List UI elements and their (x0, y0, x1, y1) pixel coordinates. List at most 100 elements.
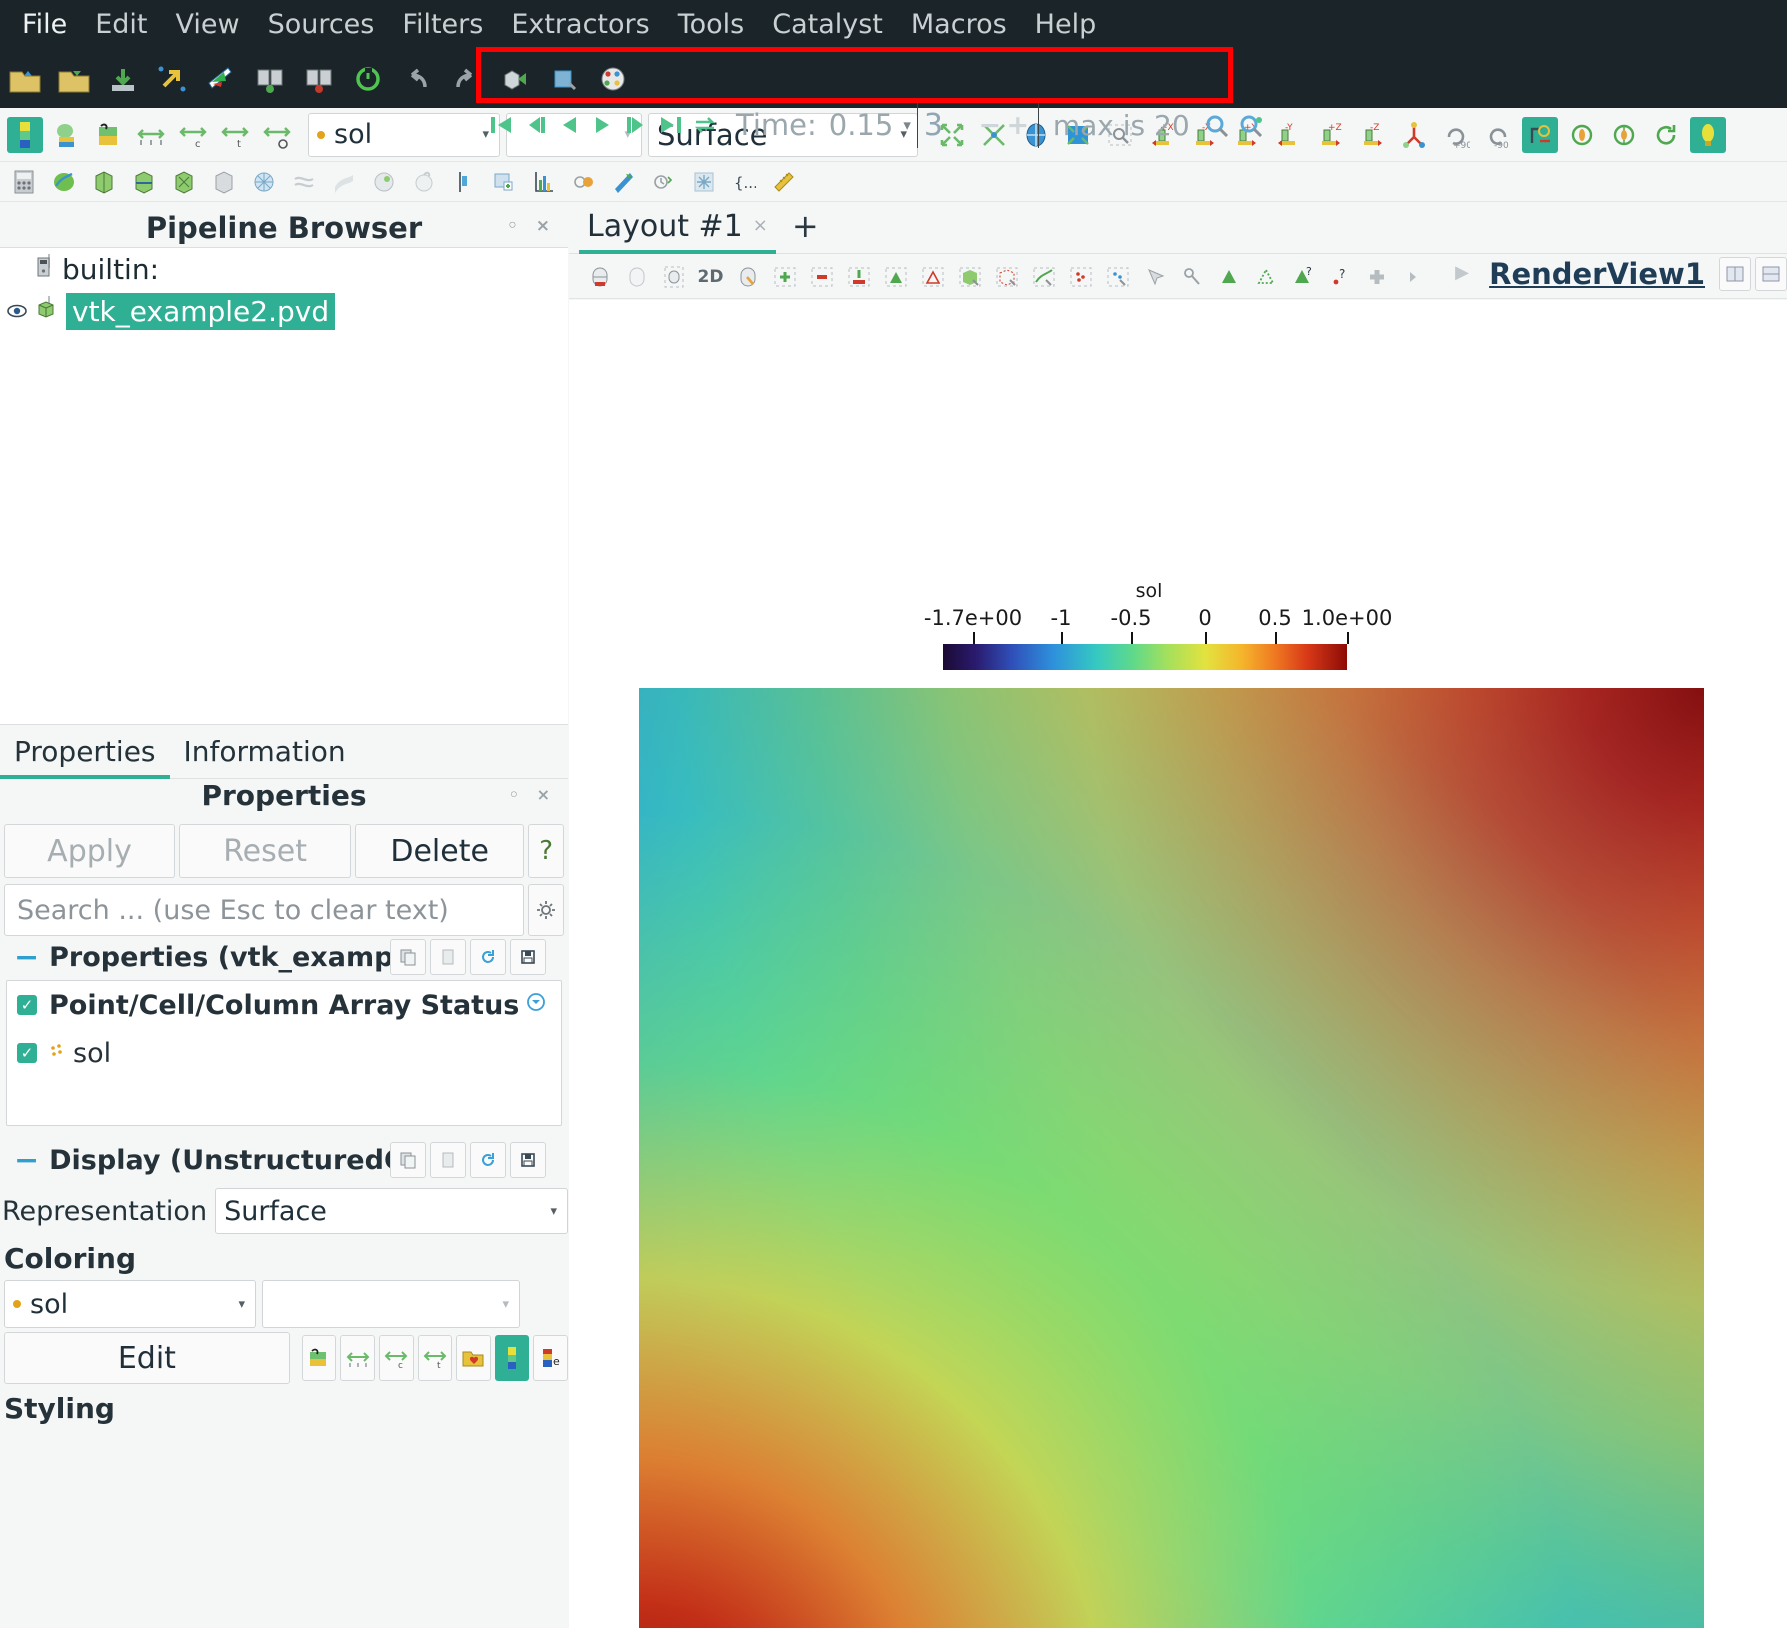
frustum-select-cells-icon[interactable] (953, 260, 986, 294)
choose-preset-icon[interactable] (91, 117, 127, 153)
chevron-down-icon-6[interactable]: ▾ (502, 1297, 509, 1312)
array-status-checkbox[interactable]: ✓ (17, 995, 37, 1015)
select-points-icon[interactable] (916, 260, 949, 294)
pipeline-item-vtk-example2[interactable]: vtk_example2.pvd (0, 290, 568, 332)
tab-properties[interactable]: Properties (0, 735, 170, 779)
split-vertical-icon[interactable] (1755, 257, 1787, 291)
select-surface-cells-icon[interactable] (1212, 260, 1245, 294)
properties-float-close-icons[interactable]: ◦ × (509, 785, 556, 804)
select-blocks-icon[interactable] (1027, 260, 1060, 294)
array-item-sol[interactable]: ✓ sol (7, 1029, 561, 1077)
stream-tracer-icon[interactable] (286, 166, 322, 198)
ruler-icon[interactable] (766, 166, 802, 198)
select-surface-points-icon[interactable] (1249, 260, 1282, 294)
frame-index-value[interactable]: 3 (924, 108, 976, 143)
group-datasets-icon[interactable] (366, 166, 402, 198)
extract-subset-icon[interactable] (206, 166, 242, 198)
representation-select[interactable]: Surface ▾ (215, 1188, 568, 1234)
toolbar-overflow-icon[interactable] (1397, 260, 1430, 294)
array-status-header-row[interactable]: ✓ Point/Cell/Column Array Status (7, 981, 561, 1029)
properties-section-header[interactable]: − Properties (vtk_example2.pvd (0, 937, 568, 977)
play-reverse-button[interactable] (552, 107, 586, 143)
reset-session-icon[interactable] (347, 59, 388, 99)
view-expand-arrow-icon[interactable]: ▶ (1455, 262, 1469, 283)
menu-filters[interactable]: Filters (388, 5, 497, 46)
color-palette-icon[interactable] (592, 59, 633, 99)
contour-filter-icon[interactable] (46, 166, 82, 198)
menu-edit[interactable]: Edit (81, 5, 161, 46)
frame-increase-button[interactable]: + (1004, 110, 1032, 141)
previous-frame-button[interactable] (518, 107, 552, 143)
apply-button[interactable]: Apply (4, 824, 176, 878)
recent-files-icon[interactable] (53, 59, 94, 99)
rotate-plus-90-icon[interactable]: +90 (1438, 117, 1474, 153)
snowflake-icon[interactable] (686, 166, 722, 198)
gradient-filter-icon[interactable] (606, 166, 642, 198)
open-file-icon[interactable] (4, 59, 45, 99)
warp-filter-icon[interactable] (326, 166, 362, 198)
pipeline-browser-tree[interactable]: builtin: vtk_example2.pvd (0, 247, 568, 725)
rescale-temporal-range-button[interactable]: t (417, 1335, 453, 1381)
edit-color-legend-button[interactable]: e (533, 1335, 568, 1381)
next-frame-button[interactable] (620, 107, 654, 143)
select-points-through-icon[interactable]: ? (1323, 260, 1356, 294)
menu-tools[interactable]: Tools (664, 5, 759, 46)
menu-view[interactable]: View (161, 5, 253, 46)
coloring-array-select[interactable]: sol ▾ (4, 1280, 256, 1328)
rescale-custom-range-button[interactable]: c (379, 1335, 414, 1381)
choose-preset-button[interactable] (301, 1335, 337, 1381)
rescale-to-visible-range-icon[interactable] (259, 117, 295, 153)
rescale-to-custom-range-icon[interactable]: c (175, 117, 211, 153)
menu-file[interactable]: File (8, 5, 81, 55)
menu-catalyst[interactable]: Catalyst (758, 5, 897, 46)
color-legend-bar[interactable] (943, 644, 1347, 670)
select-cells-icon[interactable] (879, 260, 912, 294)
save-preset-button[interactable] (456, 1335, 491, 1381)
edit-color-map-icon[interactable] (49, 117, 85, 153)
toggle-color-legend-button[interactable] (494, 1335, 530, 1381)
camera-minus-z-icon[interactable]: -Z (1354, 117, 1390, 153)
subtract-selection-icon[interactable] (805, 260, 838, 294)
array-status-options-icon[interactable] (525, 991, 547, 1017)
menu-help[interactable]: Help (1021, 5, 1111, 46)
render-view-canvas[interactable]: sol -1.7e+00 -1 -0.5 0 0.5 1.0e+00 (569, 300, 1787, 1628)
paste-properties-icon[interactable] (430, 939, 466, 975)
first-frame-button[interactable] (484, 107, 518, 143)
interaction-selection-icon[interactable] (657, 260, 690, 294)
temporal-stats-icon[interactable] (566, 166, 602, 198)
camera-redo-icon[interactable] (543, 59, 584, 99)
properties-search-input[interactable]: Search ... (use Esc to clear text) (4, 884, 524, 936)
visibility-eye-icon[interactable] (4, 303, 30, 319)
camera-minus-y-icon[interactable]: -Y (1270, 117, 1306, 153)
time-value[interactable]: 0.15 (829, 108, 894, 142)
interaction-mode-2-icon[interactable] (620, 260, 653, 294)
redo-icon[interactable] (445, 59, 486, 99)
add-selection-icon[interactable] (768, 260, 801, 294)
coloring-component-select[interactable]: ▾ (262, 1280, 520, 1328)
render-view-title[interactable]: RenderView1 (1489, 257, 1705, 291)
pick-center-icon[interactable] (1606, 117, 1642, 153)
tab-information[interactable]: Information (170, 735, 360, 778)
toggle-selection-icon[interactable] (842, 260, 875, 294)
connect-server-icon[interactable] (249, 59, 290, 99)
center-axes-visibility-icon[interactable] (1522, 116, 1558, 153)
time-dropdown-caret-icon[interactable]: ▾ (903, 116, 911, 134)
rescale-data-range-button[interactable] (340, 1335, 375, 1381)
undo-icon[interactable] (396, 59, 437, 99)
copy-display-icon[interactable] (390, 1142, 426, 1178)
interactive-select-cells-icon[interactable] (1101, 260, 1134, 294)
loop-button[interactable] (688, 107, 722, 143)
save-display-defaults-icon[interactable] (510, 1142, 546, 1178)
enable-lighting-icon[interactable] (1690, 116, 1726, 153)
copy-properties-icon[interactable] (390, 939, 426, 975)
camera-plus-z-icon[interactable]: +Z (1312, 117, 1348, 153)
restore-display-defaults-icon[interactable] (470, 1142, 506, 1178)
histogram-icon[interactable] (526, 166, 562, 198)
menu-macros[interactable]: Macros (897, 5, 1021, 46)
pipeline-item-builtin[interactable]: builtin: (0, 248, 568, 290)
menu-sources[interactable]: Sources (254, 5, 389, 46)
paste-display-icon[interactable] (430, 1142, 466, 1178)
rotate-minus-90-icon[interactable]: -90 (1480, 117, 1516, 153)
paraview-logo-icon[interactable] (200, 59, 241, 99)
camera-isometric-icon[interactable] (1396, 117, 1432, 153)
